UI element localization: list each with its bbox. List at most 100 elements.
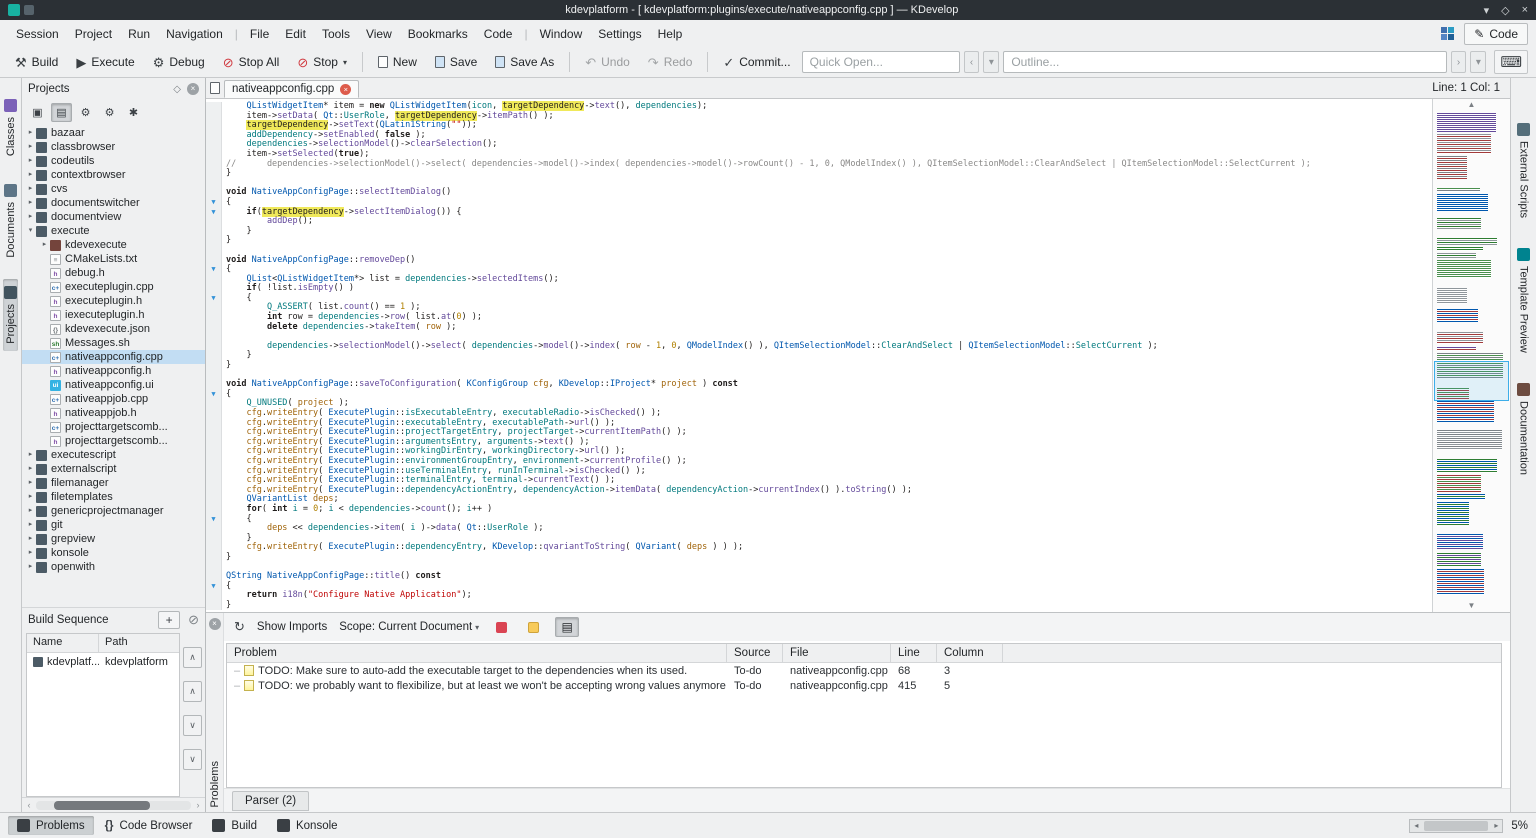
hints-filter-icon[interactable] [523,617,543,637]
commit-button[interactable]: ✓Commit... [716,51,797,73]
undo-button[interactable]: ↶Undo [578,51,637,73]
tree-item-filemanager[interactable]: ▸filemanager [22,476,205,490]
code-line[interactable]: QString NativeAppConfigPage::title() con… [206,572,1432,582]
menu-run[interactable]: Run [120,23,158,45]
expand-arrow[interactable]: ▸ [25,448,36,462]
code-line[interactable]: cfg.writeEntry( ExecutePlugin::dependenc… [206,543,1432,553]
keyboard-icon[interactable]: ⌨ [1494,50,1528,74]
tree-item-contextbrowser[interactable]: ▸contextbrowser [22,168,205,182]
tree-item-iexecuteplugin-h[interactable]: hiexecuteplugin.h [22,308,205,322]
expand-arrow[interactable]: ▸ [25,546,36,560]
quick-open-input[interactable] [802,51,960,73]
menu-navigation[interactable]: Navigation [158,23,231,45]
expand-arrow[interactable]: ▸ [25,462,36,476]
code-line[interactable]: } [206,351,1432,361]
editor-tab[interactable]: nativeappconfig.cpp × [224,80,359,98]
menu-code[interactable]: Code [476,23,521,45]
scroll-right-icon[interactable]: › [193,800,203,810]
tree-item-genericprojectmanager[interactable]: ▸genericprojectmanager [22,504,205,518]
code-line[interactable]: ▼{ [206,390,1432,400]
outline-dropdown-button[interactable]: ▾ [1470,51,1486,73]
code-area[interactable]: QListWidgetItem* item = new QListWidgetI… [206,99,1432,612]
tree-item-projecttargetscomb-[interactable]: c+projecttargetscomb... [22,420,205,434]
tree-item-filetemplates[interactable]: ▸filetemplates [22,490,205,504]
code-line[interactable]: delete dependencies->takeItem( row ); [206,323,1432,333]
fold-marker-icon[interactable]: ▼ [206,294,222,304]
move-down-button[interactable]: ∨ [183,715,202,736]
tab-projects[interactable]: Projects [3,279,18,351]
quick-open-dropdown-button[interactable]: ▾ [983,51,999,73]
scope-selector[interactable]: Scope: Current Document▾ [339,621,479,633]
code-line[interactable]: } [206,169,1432,179]
fold-marker-icon[interactable]: ▼ [206,208,222,218]
statusbar-build-button[interactable]: Build [203,816,266,835]
tree-item-kdevexecute[interactable]: ▸kdevexecute [22,238,205,252]
maximize-button[interactable]: ◇ [1501,4,1509,17]
expand-arrow[interactable]: ▸ [25,168,36,182]
expand-arrow[interactable]: ▸ [25,490,36,504]
tree-item-konsole[interactable]: ▸konsole [22,546,205,560]
stop-button[interactable]: ⊘Stop▾ [290,51,354,73]
tab-external-scripts[interactable]: External Scripts [1516,116,1531,225]
scroll-left-icon[interactable]: ‹ [24,800,34,810]
new-button[interactable]: New [371,51,424,73]
column-header-source[interactable]: Source [727,644,783,662]
stop-all-button[interactable]: ⊘Stop All [216,51,287,73]
statusbar-scrollbar[interactable]: ◂ ▸ [1409,819,1503,833]
minimap[interactable] [1433,111,1510,600]
scrollbar-thumb[interactable] [1424,821,1488,831]
minimap-viewport[interactable] [1434,361,1509,401]
expand-arrow[interactable]: ▸ [25,210,36,224]
expand-arrow[interactable]: ▸ [25,126,36,140]
tree-item-documentview[interactable]: ▸documentview [22,210,205,224]
fold-marker-icon[interactable]: ▼ [206,390,222,400]
tab-template-preview[interactable]: Template Preview [1516,241,1531,360]
build-button[interactable]: ⚒Build [8,51,65,73]
statusbar-konsole-button[interactable]: Konsole [268,816,347,835]
expand-arrow[interactable]: ▸ [25,140,36,154]
tree-item-executeplugin-h[interactable]: hexecuteplugin.h [22,294,205,308]
expand-arrow[interactable]: ▸ [39,238,50,252]
problem-row[interactable]: –TODO: Make sure to auto-add the executa… [227,663,1501,678]
debug-button[interactable]: ⚙Debug [146,51,212,73]
add-to-build-sequence-button[interactable]: + [158,611,180,629]
close-button[interactable]: × [1522,4,1528,17]
expand-arrow[interactable]: ▸ [25,196,36,210]
scroll-up-icon[interactable]: ▲ [1433,99,1510,111]
close-problems-icon[interactable]: × [209,618,221,630]
code-line[interactable]: // dependencies->selectionModel()->selec… [206,160,1432,170]
scrollbar-thumb[interactable] [54,801,150,810]
problem-row[interactable]: –TODO: we probably want to flexibilize, … [227,678,1501,693]
scroll-left-icon[interactable]: ◂ [1410,821,1422,830]
minimize-button[interactable]: ▾ [1484,4,1490,17]
build-sequence-row[interactable]: kdevplatf... kdevplatform [27,653,179,671]
column-header-problem[interactable]: Problem [227,644,727,662]
tree-item-messages-sh[interactable]: shMessages.sh [22,336,205,350]
document-view-icon[interactable]: ▤ [51,103,72,122]
filter-icon[interactable]: ✱ [123,103,144,122]
expand-arrow[interactable]: ▸ [25,154,36,168]
tree-item-nativeappconfig-h[interactable]: hnativeappconfig.h [22,364,205,378]
tree-item-execute[interactable]: ▾execute [22,224,205,238]
code-line[interactable]: cfg.writeEntry( ExecutePlugin::dependenc… [206,486,1432,496]
code-line[interactable]: if( !list.isEmpty() ) [206,284,1432,294]
code-line[interactable]: ▼ if(targetDependency->selectItemDialog(… [206,208,1432,218]
show-imports-button[interactable]: Show Imports [257,621,327,633]
expand-arrow[interactable]: ▸ [25,532,36,546]
code-line[interactable]: QList<QListWidgetItem*> list = dependenc… [206,275,1432,285]
save-as-button[interactable]: Save As [488,51,561,73]
code-line[interactable]: } [206,601,1432,611]
tree-item-nativeappconfig-cpp[interactable]: c+nativeappconfig.cpp [22,350,205,364]
tree-item-bazaar[interactable]: ▸bazaar [22,126,205,140]
menu-project[interactable]: Project [67,23,120,45]
tree-item-openwith[interactable]: ▸openwith [22,560,205,574]
expand-arrow[interactable]: ▸ [25,560,36,574]
code-line[interactable]: } [206,227,1432,237]
float-panel-icon[interactable]: ◇ [173,84,181,95]
menu-edit[interactable]: Edit [277,23,314,45]
expand-arrow[interactable]: ▸ [25,518,36,532]
tree-item-nativeappjob-h[interactable]: hnativeappjob.h [22,406,205,420]
code-line[interactable]: void NativeAppConfigPage::removeDep() [206,256,1432,266]
area-switcher-icon[interactable] [1441,27,1454,40]
menu-bookmarks[interactable]: Bookmarks [400,23,476,45]
